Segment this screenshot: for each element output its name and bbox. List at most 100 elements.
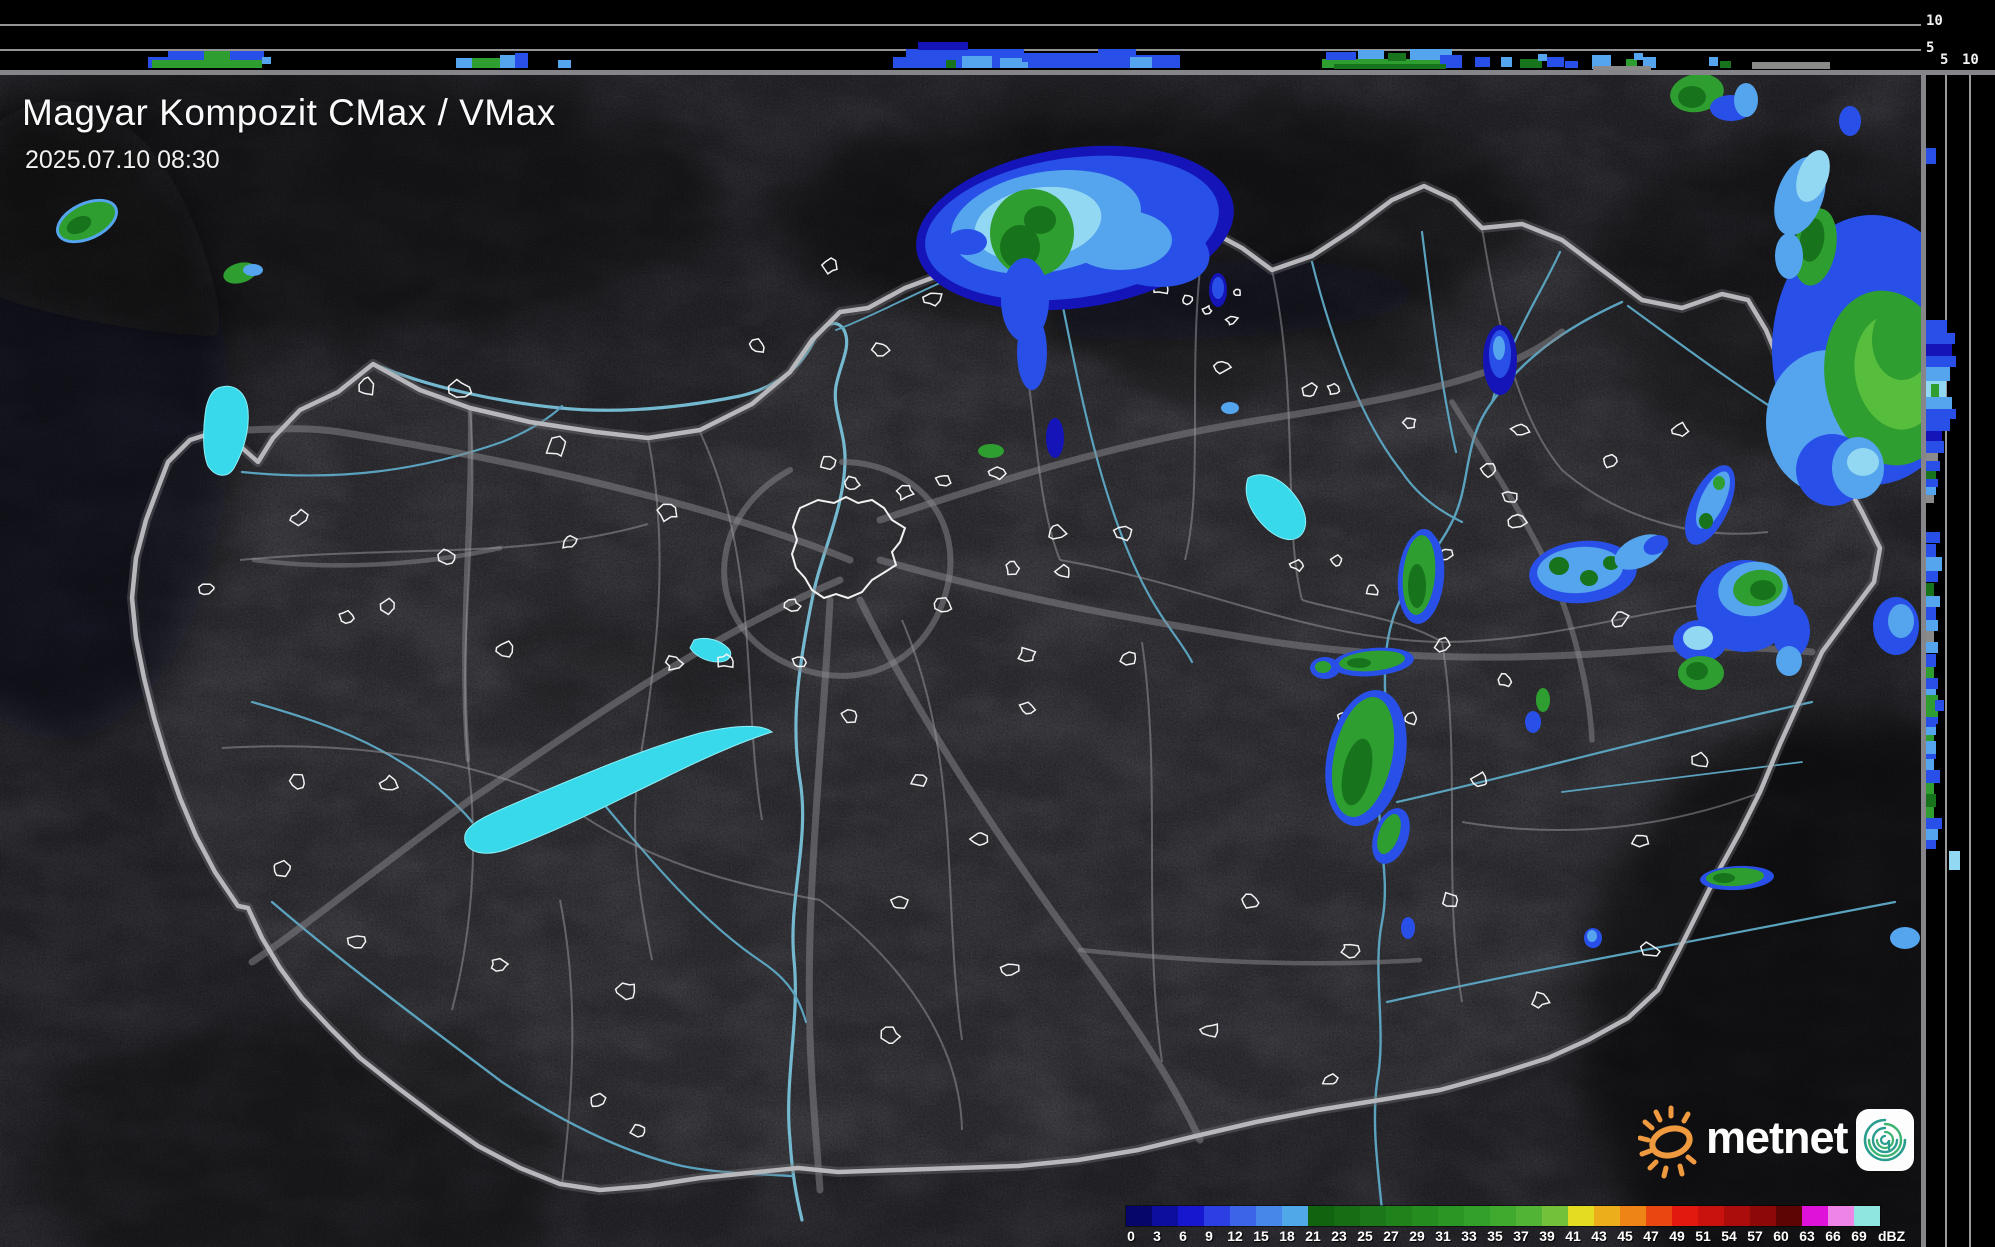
radar-echo: [1580, 570, 1598, 586]
right-profile-strip: [1926, 70, 1995, 1247]
legend-color-cell: [1828, 1206, 1854, 1226]
radar-echo: [1847, 448, 1879, 476]
top-profile-echo: [230, 51, 264, 61]
right-profile-echo: [1925, 718, 1936, 727]
right-profile-echo: [1925, 583, 1934, 596]
top-profile-echo: [1709, 57, 1718, 66]
right-profile-echo: [1925, 654, 1936, 667]
radar-echo: [1046, 418, 1064, 458]
right-profile-echo: [1925, 397, 1952, 409]
top-profile-echo: [1334, 64, 1446, 69]
right-profile-echo: [1925, 571, 1938, 582]
radar-echo: [1024, 206, 1056, 234]
right-profile-echo: [1925, 678, 1938, 689]
top-profile-echo: [1130, 57, 1152, 68]
top-profile-echo: [946, 60, 956, 68]
right-profile-echo: [1925, 631, 1934, 642]
radar-echo: [1699, 513, 1713, 529]
legend-tick: 9: [1205, 1228, 1213, 1244]
right-profile-echo: [1925, 759, 1934, 770]
legend-tick: 12: [1227, 1228, 1243, 1244]
right-profile-echo: [1925, 495, 1934, 503]
legend-color-cell: [1334, 1206, 1360, 1226]
radar-echo: [1683, 626, 1713, 650]
sun-icon: [1638, 1105, 1697, 1179]
legend-tick: 29: [1409, 1228, 1425, 1244]
legend-tick: 51: [1695, 1228, 1711, 1244]
legend-tick: 3: [1153, 1228, 1161, 1244]
legend-tick: 25: [1357, 1228, 1373, 1244]
right-profile-echo: [1925, 344, 1952, 356]
radar-composite-svg: [0, 0, 1995, 1247]
right-profile-echo: [1925, 818, 1942, 829]
legend-color-cell: [1542, 1206, 1568, 1226]
right-profile-echo: [1925, 487, 1936, 495]
legend-tick: 21: [1305, 1228, 1321, 1244]
right-profile-echo: [1925, 642, 1938, 653]
legend-tick: 66: [1825, 1228, 1841, 1244]
right-profile-echo: [1925, 532, 1940, 543]
right-profile-echo: [1925, 557, 1942, 571]
legend-color-cell: [1698, 1206, 1724, 1226]
radar-app: { "header": { "title": "Magyar Kompozit …: [0, 0, 1995, 1247]
radar-echo: [1734, 83, 1758, 117]
legend-color-cell: [1724, 1206, 1750, 1226]
legend-color-cell: [1490, 1206, 1516, 1226]
right-profile-echo: [1925, 741, 1936, 754]
legend-unit: dBZ: [1878, 1228, 1906, 1244]
radar-echo: [1750, 580, 1776, 600]
right-profile-echo: [1925, 667, 1934, 678]
radar-echo: [1525, 711, 1541, 733]
radar-echo: [1890, 927, 1920, 949]
radar-echo: [1839, 106, 1861, 136]
radar-echo: [243, 264, 263, 276]
right-profile-echo: [1925, 441, 1944, 453]
logo-text: metnet: [1706, 1112, 1849, 1163]
top-profile-echo: [1752, 62, 1830, 69]
legend-color-cell: [1464, 1206, 1490, 1226]
legend-colorbar: [1125, 1205, 1881, 1227]
right-profile-echo: [1925, 607, 1936, 620]
legend-tick: 23: [1331, 1228, 1347, 1244]
top-profile-echo: [1358, 50, 1384, 59]
legend-color-cell: [1672, 1206, 1698, 1226]
legend-color-cell: [1126, 1206, 1152, 1226]
legend-tick: 63: [1799, 1228, 1815, 1244]
right-profile-echo: [1925, 840, 1936, 849]
legend-tick: 45: [1617, 1228, 1633, 1244]
radar-echo: [1401, 917, 1415, 939]
top-profile-echo: [558, 60, 571, 68]
right-profile-echo: [1925, 829, 1938, 840]
right-profile-echo: [1925, 807, 1934, 818]
top-profile-echo: [1326, 52, 1356, 60]
radar-echo: [1678, 86, 1706, 108]
top-profile-echo: [152, 60, 262, 68]
timestamp: 2025.07.10 08:30: [25, 146, 220, 174]
right-profile-echo: [1935, 700, 1944, 711]
right-profile-echo: [1925, 367, 1950, 381]
radar-echo: [1408, 564, 1426, 608]
right-profile-echo: [1925, 148, 1936, 164]
top-profile-echo: [962, 56, 992, 68]
legend-color-cell: [1620, 1206, 1646, 1226]
top-profile-echo: [1388, 53, 1406, 61]
radar-echo: [1549, 557, 1569, 575]
legend-tick: 18: [1279, 1228, 1295, 1244]
legend-color-cell: [1178, 1206, 1204, 1226]
legend-tick: 41: [1565, 1228, 1581, 1244]
right-profile-echo: [1925, 333, 1955, 344]
legend-color-cell: [1802, 1206, 1828, 1226]
top-profile-echo: [515, 53, 528, 68]
top-profile-echo: [168, 51, 204, 60]
top-strip-divider: [0, 70, 1995, 75]
legend-tick: 33: [1461, 1228, 1477, 1244]
radar-echo: [1587, 930, 1597, 942]
right-profile-echo: [1925, 471, 1936, 479]
radar-echo: [1536, 688, 1550, 712]
legend-tick: 6: [1179, 1228, 1187, 1244]
legend-color-cell: [1412, 1206, 1438, 1226]
top-profile-echo: [500, 55, 515, 68]
right-profile-echo: [1925, 453, 1938, 461]
radar-echo: [1221, 402, 1239, 414]
radar-echo: [1888, 604, 1914, 638]
